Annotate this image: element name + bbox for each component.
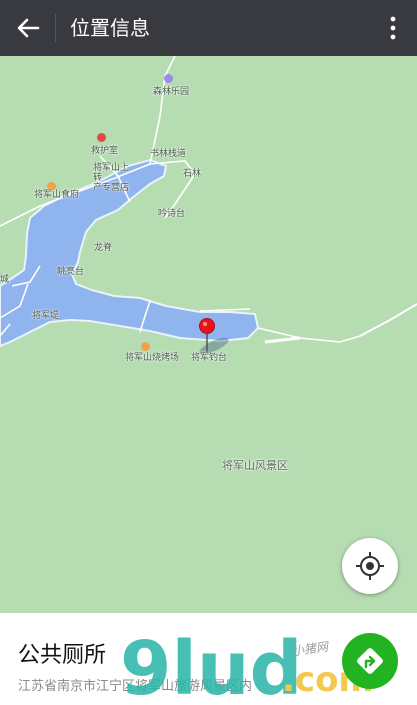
locate-button[interactable] <box>342 538 398 594</box>
map-view[interactable]: 森林乐园 救护室 书林栈道 将军山上转 产专营店 石林 将军山食府 吟诗台 龙脊… <box>0 56 417 613</box>
map-label: 将军山风景区 <box>222 459 288 472</box>
map-label: 将军山烧烤场 <box>125 353 180 363</box>
more-vertical-icon[interactable] <box>383 12 403 44</box>
location-marker <box>199 318 215 334</box>
map-label: 将军堤 <box>32 311 60 321</box>
header-divider <box>55 14 56 42</box>
map-label: 救护室 <box>91 146 119 156</box>
locate-icon <box>356 552 384 580</box>
place-name: 公共厕所 <box>18 643 107 668</box>
poi-dot[interactable] <box>164 74 173 83</box>
place-address: 江苏省南京市江宁区将军山旅游风景区内 <box>18 679 253 694</box>
map-label: 将军山上转 产专营店 <box>93 163 130 193</box>
map-label: 龙脊 <box>94 243 113 253</box>
arrow-left-icon[interactable] <box>12 12 44 44</box>
map-label: 石林 <box>183 169 202 179</box>
map-label: 将军山食府 <box>34 190 80 200</box>
poi-dot[interactable] <box>97 133 106 142</box>
map-label: 吟诗台 <box>158 209 186 219</box>
map-label: 森林乐园 <box>153 87 190 97</box>
map-label: 书林栈道 <box>150 149 187 159</box>
navigate-button[interactable] <box>342 633 398 689</box>
map-label: 城 <box>0 275 10 285</box>
page-title: 位置信息 <box>70 16 150 40</box>
map-canvas <box>0 56 417 355</box>
top-app-bar: 位置信息 <box>0 0 417 56</box>
navigate-icon <box>357 648 383 674</box>
map-label: 将军钓台 <box>191 353 228 363</box>
map-label: 眺亮台 <box>57 267 85 277</box>
